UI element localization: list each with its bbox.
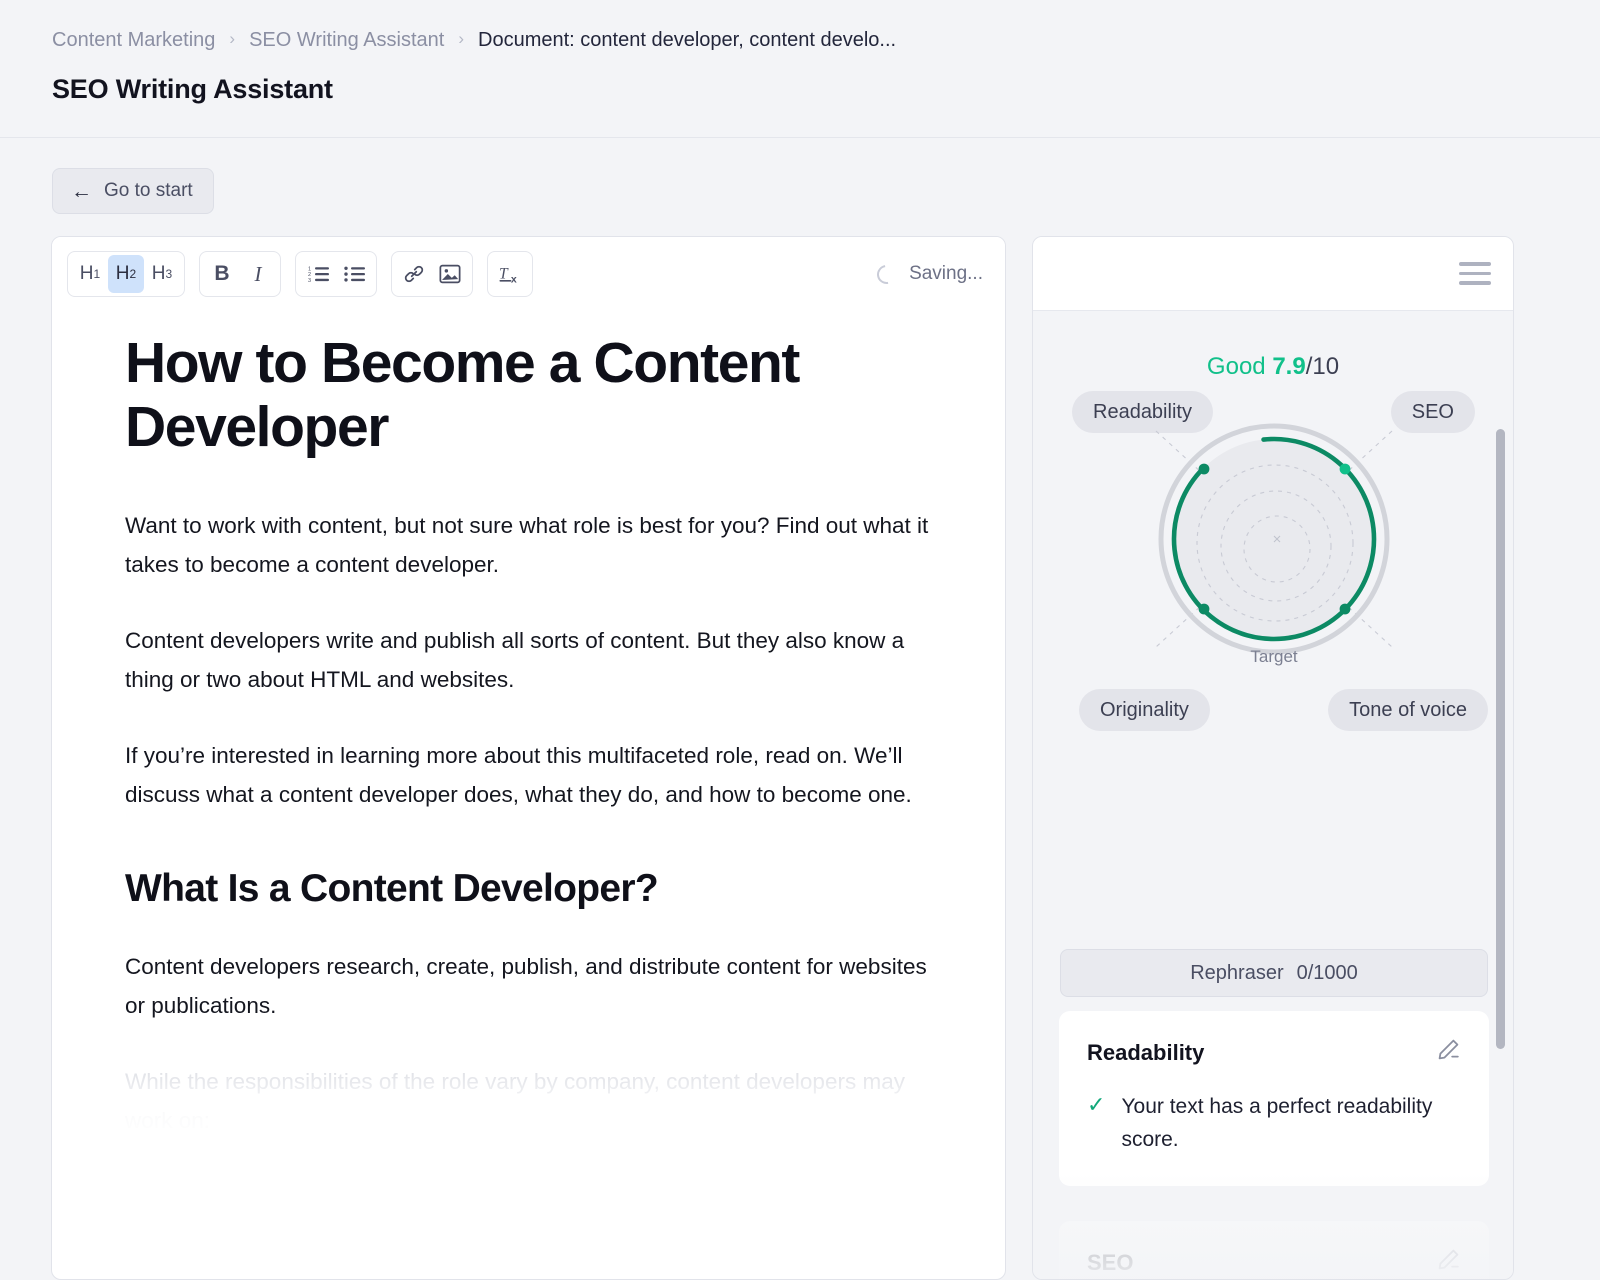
document-paragraph[interactable]: Content developers write and publish all…: [125, 621, 949, 699]
metric-pill-tone-of-voice[interactable]: Tone of voice: [1328, 689, 1488, 731]
svg-text:x: x: [511, 273, 517, 285]
pencil-icon[interactable]: [1435, 1037, 1461, 1068]
image-icon[interactable]: [432, 255, 468, 293]
score-max: /10: [1305, 353, 1340, 380]
document-paragraph[interactable]: If you’re interested in learning more ab…: [125, 736, 949, 814]
pencil-icon[interactable]: [1435, 1247, 1461, 1278]
side-panel-scrollbar-track[interactable]: [1496, 429, 1505, 1279]
bold-button[interactable]: B: [204, 255, 240, 293]
clear-format-group: T x: [487, 251, 533, 297]
overall-score: Good 7.9/10: [1033, 353, 1513, 381]
radar-svg: [1155, 423, 1393, 655]
breadcrumb-item-document: Document: content developer, content dev…: [478, 29, 897, 51]
go-to-start-label: Go to start: [104, 180, 193, 201]
svg-text:3: 3: [308, 278, 311, 283]
go-to-start-button[interactable]: ← Go to start: [52, 168, 214, 214]
clear-formatting-icon[interactable]: T x: [492, 255, 528, 293]
side-panel-header: [1033, 237, 1513, 311]
link-icon[interactable]: [396, 255, 432, 293]
analysis-side-panel: Good 7.9/10 Readability SEO Originality …: [1032, 236, 1514, 1280]
save-status-label: Saving...: [909, 263, 983, 284]
page-header: Content Marketing › SEO Writing Assistan…: [0, 0, 1600, 138]
breadcrumb-item-content-marketing[interactable]: Content Marketing: [52, 27, 215, 53]
check-icon: ✓: [1087, 1092, 1106, 1117]
insight-card-readability[interactable]: Readability ✓ Your text has a perfect re…: [1059, 1011, 1489, 1186]
insight-card-title: SEO: [1087, 1249, 1134, 1275]
rephraser-button[interactable]: Rephraser 0/1000: [1060, 949, 1488, 997]
score-value: 7.9: [1272, 353, 1306, 380]
list-group: 1 2 3: [295, 251, 377, 297]
document-paragraph[interactable]: While the responsibilities of the role v…: [125, 1062, 949, 1140]
hamburger-menu-icon[interactable]: [1459, 262, 1491, 285]
ordered-list-icon[interactable]: 1 2 3: [300, 255, 336, 293]
side-panel-scrollbar-thumb[interactable]: [1496, 429, 1505, 1049]
heading-h1-button[interactable]: H1: [72, 255, 108, 293]
metric-pill-originality[interactable]: Originality: [1079, 689, 1210, 731]
arrow-left-icon: ←: [71, 179, 92, 203]
radar-point-tone-of-voice: [1339, 603, 1351, 615]
insight-card-header: SEO: [1087, 1247, 1461, 1278]
document-paragraph[interactable]: Want to work with content, but not sure …: [125, 506, 949, 584]
document-h2[interactable]: What Is a Content Developer?: [125, 866, 949, 913]
insight-card-title: Readability: [1087, 1039, 1205, 1065]
heading-h2-button[interactable]: H2: [108, 255, 144, 293]
side-panel-scroll-area: Good 7.9/10 Readability SEO Originality …: [1033, 353, 1513, 1279]
bullet-list-icon[interactable]: [336, 255, 372, 293]
chevron-right-icon: ›: [458, 29, 465, 48]
save-status: Saving...: [873, 237, 983, 311]
editor-card: H1 H2 H3 B I 1 2 3 T x Saving... How to …: [51, 236, 1006, 1280]
editor-toolbar: H1 H2 H3 B I 1 2 3 T x Saving...: [52, 237, 1005, 311]
rephraser-label: Rephraser: [1190, 961, 1284, 984]
text-style-group: B I: [199, 251, 281, 297]
breadcrumb-item-seo-writing-assistant[interactable]: SEO Writing Assistant: [249, 27, 444, 53]
loading-spinner-icon: [873, 260, 900, 288]
radar-point-seo: [1339, 463, 1351, 475]
chevron-right-icon: ›: [229, 29, 236, 48]
score-label: Good: [1206, 353, 1266, 380]
document-h1[interactable]: How to Become a Content Developer: [125, 331, 949, 460]
radar-point-readability: [1198, 463, 1210, 475]
document-editor-area[interactable]: How to Become a Content Developer Want t…: [52, 311, 1005, 1140]
insert-group: [391, 251, 473, 297]
heading-h3-button[interactable]: H3: [144, 255, 180, 293]
score-radar-chart: Readability SEO Originality Tone of voic…: [1033, 391, 1513, 761]
radar-target-label: Target: [1250, 647, 1298, 666]
page-title: SEO Writing Assistant: [52, 74, 333, 104]
document-paragraph[interactable]: Content developers research, create, pub…: [125, 947, 949, 1025]
insight-item: ✓ Your text has a perfect readability sc…: [1087, 1090, 1461, 1156]
italic-button[interactable]: I: [240, 255, 276, 293]
heading-button-group: H1 H2 H3: [67, 251, 185, 297]
rephraser-counter: 0/1000: [1296, 961, 1358, 984]
radar-point-originality: [1198, 603, 1210, 615]
insight-text: Your text has a perfect readability scor…: [1121, 1095, 1433, 1151]
insight-card-seo[interactable]: SEO Use your target keywords:: [1059, 1221, 1489, 1279]
breadcrumb: Content Marketing › SEO Writing Assistan…: [52, 27, 896, 53]
insight-card-header: Readability: [1087, 1037, 1461, 1068]
